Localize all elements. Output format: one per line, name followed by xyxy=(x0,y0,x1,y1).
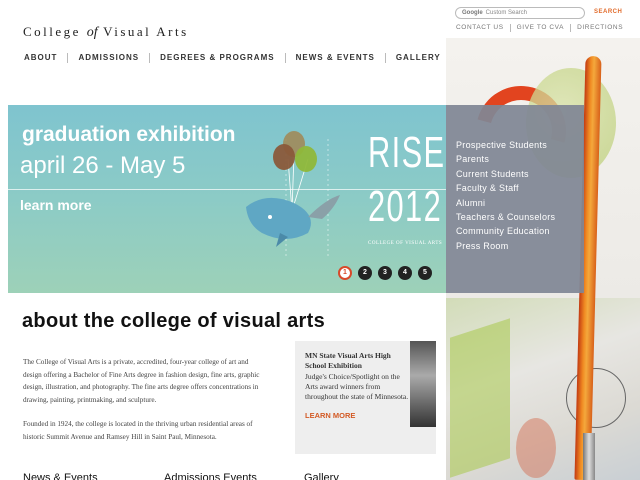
feature-card[interactable]: MN State Visual Arts High School Exhibit… xyxy=(295,341,436,454)
main-navigation: ABOUT ADMISSIONS DEGREES & PROGRAMS NEWS… xyxy=(24,53,451,63)
utility-navigation: CONTACT US GIVE TO CVA DIRECTIONS xyxy=(456,24,629,32)
search-input[interactable]: Google Custom Search xyxy=(455,7,585,19)
logo-of: of xyxy=(86,25,98,40)
slide-dot-5[interactable]: 5 xyxy=(418,266,432,280)
whale-balloons-illustration xyxy=(246,131,340,259)
hero-dates: april 26 - May 5 xyxy=(20,152,186,179)
paintbrush-ferrule xyxy=(583,433,595,480)
rise-subtitle: COLLEGE OF VISUAL ARTS xyxy=(368,241,443,246)
nav-degrees-programs[interactable]: DEGREES & PROGRAMS xyxy=(149,53,284,63)
feature-body: Judge's Choice/Spotlight on the Arts awa… xyxy=(305,372,409,401)
circle-sketch-graphic xyxy=(566,368,626,428)
slide-dot-2[interactable]: 2 xyxy=(358,266,372,280)
green-paint-graphic xyxy=(450,318,510,478)
audience-community-education[interactable]: Community Education xyxy=(456,224,584,238)
about-paragraph-2: Founded in 1924, the college is located … xyxy=(23,420,253,441)
hero-banner[interactable]: graduation exhibition april 26 - May 5 l… xyxy=(8,105,446,293)
feature-learn-more-link[interactable]: LEARN MORE xyxy=(305,411,355,420)
section-gallery[interactable]: Gallery xyxy=(304,472,339,480)
slide-dot-1[interactable]: 1 xyxy=(338,266,352,280)
audience-alumni[interactable]: Alumni xyxy=(456,196,584,210)
logo-visual-arts: Visual Arts xyxy=(103,24,189,39)
audience-faculty-staff[interactable]: Faculty & Staff xyxy=(456,181,584,195)
feature-thumbnail-image xyxy=(410,341,436,427)
rise-title: RISE xyxy=(368,128,446,177)
slide-dot-4[interactable]: 4 xyxy=(398,266,412,280)
hero-learn-more-link[interactable]: learn more xyxy=(20,197,92,213)
audience-teachers-counselors[interactable]: Teachers & Counselors xyxy=(456,210,584,224)
audience-prospective-students[interactable]: Prospective Students xyxy=(456,138,584,152)
logo-college: College xyxy=(23,24,81,39)
audience-press-room[interactable]: Press Room xyxy=(456,239,584,253)
search-placeholder: Custom Search xyxy=(485,10,528,16)
directions-link[interactable]: DIRECTIONS xyxy=(570,24,629,32)
nav-news-events[interactable]: NEWS & EVENTS xyxy=(284,53,385,63)
rise-year: 2012 xyxy=(368,182,443,231)
give-to-cva-link[interactable]: GIVE TO CVA xyxy=(509,24,570,32)
feature-title: MN State Visual Arts High School Exhibit… xyxy=(305,351,391,370)
slide-dot-3[interactable]: 3 xyxy=(378,266,392,280)
search-button[interactable]: SEARCH xyxy=(594,9,622,15)
hero-title: graduation exhibition xyxy=(22,123,236,146)
section-admissions-events[interactable]: Admissions Events xyxy=(164,472,257,480)
google-logo: Google xyxy=(462,10,483,16)
nav-gallery[interactable]: GALLERY xyxy=(384,53,451,63)
audience-current-students[interactable]: Current Students xyxy=(456,167,584,181)
slide-pagination: 1 2 3 4 5 xyxy=(338,266,432,280)
audience-menu: Prospective Students Parents Current Stu… xyxy=(446,105,584,293)
about-heading: about the college of visual arts xyxy=(22,310,325,332)
red-paint-graphic xyxy=(516,418,556,478)
contact-us-link[interactable]: CONTACT US xyxy=(456,24,510,32)
audience-parents[interactable]: Parents xyxy=(456,152,584,166)
nav-admissions[interactable]: ADMISSIONS xyxy=(67,53,149,63)
site-logo[interactable]: College of Visual Arts xyxy=(23,24,189,41)
about-paragraph-1: The College of Visual Arts is a private,… xyxy=(23,358,260,404)
nav-about[interactable]: ABOUT xyxy=(24,53,67,63)
section-news-events[interactable]: News & Events xyxy=(23,472,98,480)
